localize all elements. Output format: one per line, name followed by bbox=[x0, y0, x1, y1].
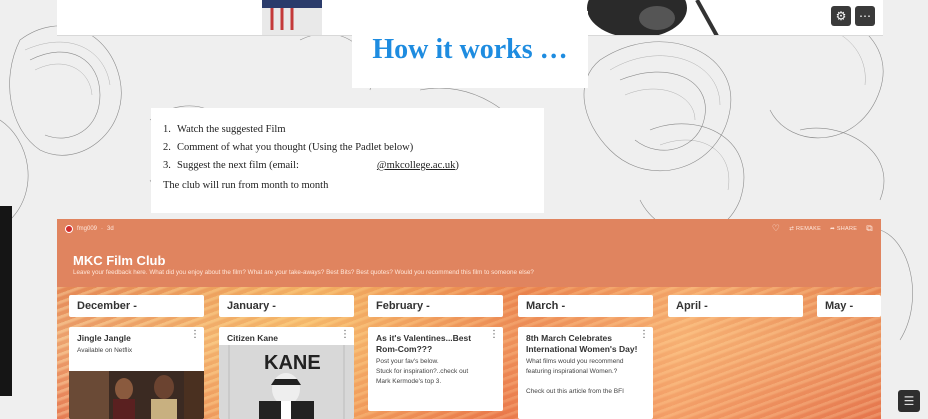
gear-icon: ⚙ bbox=[835, 9, 847, 23]
padlet-embed: fmg009 · 3d ♡ ⇄ REMAKE ➦ SHARE ⧉ MKC Fil… bbox=[57, 219, 881, 419]
card-body: Available on Netflix bbox=[77, 347, 133, 354]
card-title: 8th March Celebrates International Women… bbox=[526, 333, 638, 354]
card-menu-icon[interactable]: ⋮ bbox=[639, 330, 649, 340]
title-box: How it works … bbox=[352, 11, 588, 88]
post-card[interactable]: ⋮ Jingle Jangle Available on Netflix bbox=[69, 327, 204, 419]
padlet-description: Leave your feedback here. What did you e… bbox=[73, 269, 534, 276]
card-body: Post your fav's below. Stuck for inspira… bbox=[376, 358, 469, 385]
email-link[interactable]: @mkcollege.ac.uk bbox=[377, 160, 455, 171]
club-schedule-text: The club will run from month to month bbox=[163, 180, 329, 191]
column-header: May - bbox=[817, 295, 881, 317]
fullscreen-icon: ☰ bbox=[903, 394, 915, 408]
steps-list: 1. Watch the suggested Film 2. Comment of … bbox=[163, 124, 544, 171]
card-title: As it's Valentines...Best Rom-Com??? bbox=[376, 333, 472, 354]
post-card[interactable]: ⋮ 8th March Celebrates International Wom… bbox=[518, 327, 653, 419]
remake-button[interactable]: ⇄ REMAKE bbox=[789, 226, 821, 232]
heart-icon[interactable]: ♡ bbox=[772, 224, 780, 234]
column-header: March - bbox=[518, 295, 653, 317]
page-title: How it works … bbox=[372, 33, 568, 65]
column-header: February - bbox=[368, 295, 503, 317]
padlet-title: MKC Film Club bbox=[73, 253, 166, 268]
post-age: 3d bbox=[107, 226, 114, 232]
column-header: April - bbox=[668, 295, 803, 317]
more-icon: ⋯ bbox=[859, 9, 871, 23]
settings-button[interactable]: ⚙ bbox=[831, 6, 851, 26]
more-options-button[interactable]: ⋯ bbox=[855, 6, 875, 26]
card-title: Jingle Jangle bbox=[77, 333, 131, 343]
avatar bbox=[65, 225, 73, 233]
step-item: 1. Watch the suggested Film bbox=[163, 124, 286, 135]
padlet-header: fmg009 · 3d ♡ ⇄ REMAKE ➦ SHARE ⧉ bbox=[57, 219, 881, 239]
fullscreen-button[interactable]: ☰ bbox=[898, 390, 920, 412]
card-menu-icon[interactable]: ⋮ bbox=[489, 330, 499, 340]
step-item: 2. Comment of what you thought (Using the… bbox=[163, 142, 414, 153]
card-body: What films would you recommend featuring… bbox=[526, 358, 624, 395]
poster-title: KANE bbox=[264, 352, 321, 374]
instructions-box: 1. Watch the suggested Film 2. Comment of … bbox=[151, 108, 544, 213]
card-image: KANE bbox=[219, 345, 354, 419]
card-menu-icon[interactable]: ⋮ bbox=[190, 330, 200, 340]
column-header: December - bbox=[69, 295, 204, 317]
card-menu-icon[interactable]: ⋮ bbox=[340, 330, 350, 340]
author-name: fmg009 bbox=[77, 226, 98, 232]
padlet-actions: ♡ ⇄ REMAKE ➦ SHARE ⧉ bbox=[772, 224, 873, 234]
post-card[interactable]: ⋮ Citizen Kane KANE bbox=[219, 327, 354, 419]
column-header: January - bbox=[219, 295, 354, 317]
author-info[interactable]: fmg009 · 3d bbox=[65, 225, 114, 233]
external-link-icon[interactable]: ⧉ bbox=[866, 224, 873, 234]
card-image bbox=[69, 371, 204, 419]
left-dark-strip bbox=[0, 206, 12, 396]
post-card[interactable]: ⋮ As it's Valentines...Best Rom-Com??? P… bbox=[368, 327, 503, 411]
share-button[interactable]: ➦ SHARE bbox=[830, 226, 857, 232]
card-title: Citizen Kane bbox=[227, 333, 279, 343]
step-item: 3. Suggest the next film (email: @mkcolleg… bbox=[163, 160, 459, 171]
